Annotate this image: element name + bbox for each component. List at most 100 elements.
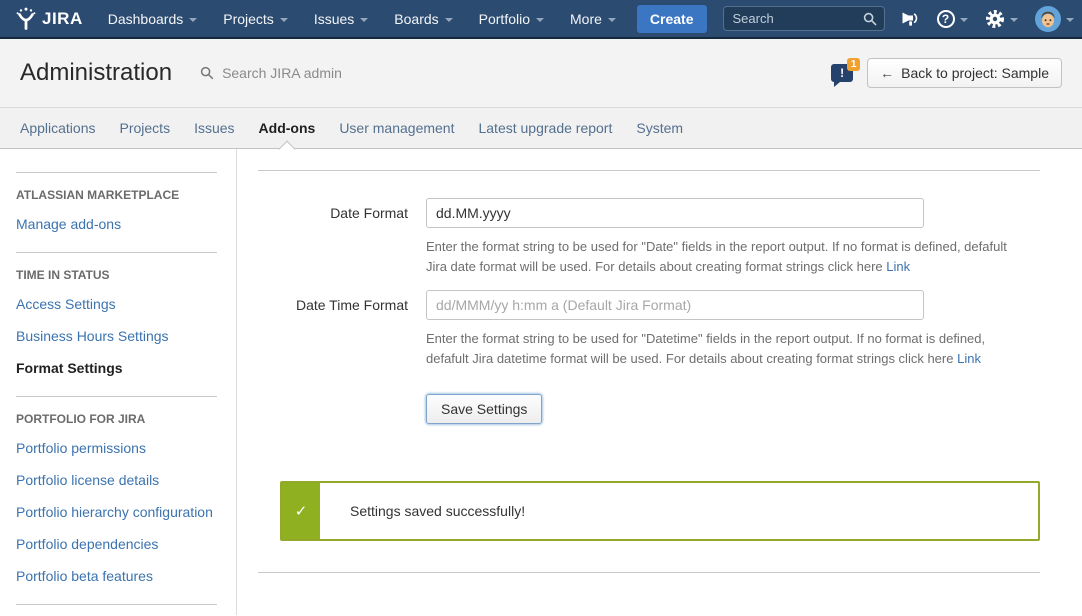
date-time-format-help-link[interactable]: Link [957,351,981,366]
admin-search[interactable] [200,64,390,82]
sidebar-item-portfolio-permissions[interactable]: Portfolio permissions [16,432,217,464]
gear-icon [985,9,1005,29]
tab-issues[interactable]: Issues [182,108,246,148]
sidebar: ATLASSIAN MARKETPLACE Manage add-ons TIM… [0,149,237,615]
sidebar-item-portfolio-beta-features[interactable]: Portfolio beta features [16,560,217,592]
date-format-description-text: Enter the format string to be used for "… [426,239,1007,274]
date-format-description: Enter the format string to be used for "… [426,237,1021,277]
date-time-format-label: Date Time Format [258,290,408,382]
jira-logo-icon [14,7,38,31]
admin-header: Administration ! 1 ← Back to project: Sa… [0,39,1082,108]
date-format-label: Date Format [258,198,408,290]
nav-issues[interactable]: Issues [301,0,381,37]
nav-portfolio[interactable]: Portfolio [466,0,557,37]
back-button-label: Back to project: Sample [901,65,1049,81]
nav-boards[interactable]: Boards [381,0,465,37]
user-menu[interactable] [1035,6,1074,32]
tab-projects[interactable]: Projects [108,108,183,148]
chevron-down-icon [1066,18,1074,22]
content-divider-top [258,170,1040,171]
format-settings-form: Date Format Enter the format string to b… [258,198,1040,424]
settings-menu[interactable] [985,9,1018,29]
nav-boards-label: Boards [394,11,438,27]
date-format-row: Date Format Enter the format string to b… [258,198,1040,290]
nav-portfolio-label: Portfolio [479,11,530,27]
nav-issues-label: Issues [314,11,354,27]
chevron-down-icon [445,18,453,22]
tab-user-management[interactable]: User management [327,108,466,148]
chevron-down-icon [1010,18,1018,22]
notification-badge: 1 [847,58,860,71]
date-time-format-row: Date Time Format Enter the format string… [258,290,1040,382]
tab-applications[interactable]: Applications [8,108,108,148]
date-format-help-link[interactable]: Link [886,259,910,274]
tab-latest-upgrade-report[interactable]: Latest upgrade report [466,108,624,148]
sidebar-heading: PORTFOLIO FOR JIRA [16,412,217,426]
help-icon: ? [937,10,955,28]
chevron-down-icon [536,18,544,22]
feedback-button[interactable]: ! 1 [831,64,853,82]
nav-projects[interactable]: Projects [210,0,301,37]
date-time-format-field-col: Enter the format string to be used for "… [426,290,1026,382]
jira-logo[interactable]: JIRA [14,7,83,31]
success-message-text: Settings saved successfully! [320,483,525,539]
sidebar-item-portfolio-hierarchy-configuration[interactable]: Portfolio hierarchy configuration [16,496,217,528]
admin-search-input[interactable] [220,64,390,82]
success-icon-bar: ✓ [282,483,320,539]
page-title: Administration [20,59,172,87]
date-time-format-input[interactable] [426,290,924,320]
chevron-down-icon [280,18,288,22]
save-settings-button[interactable]: Save Settings [426,394,542,424]
sidebar-heading: TIME IN STATUS [16,268,217,282]
sidebar-item-portfolio-dependencies[interactable]: Portfolio dependencies [16,528,217,560]
sidebar-item-format-settings[interactable]: Format Settings [16,352,217,384]
date-time-format-description-text: Enter the format string to be used for "… [426,331,985,366]
main-area: ATLASSIAN MARKETPLACE Manage add-ons TIM… [0,149,1082,615]
help-menu[interactable]: ? [937,10,968,28]
megaphone-icon [899,9,920,28]
date-format-field-col: Enter the format string to be used for "… [426,198,1026,290]
sidebar-group-tempo-teams: TEMPO TEAMS [16,604,217,615]
navbar-icons: ? [899,6,1074,32]
check-icon: ✓ [295,502,308,520]
nav-dashboards[interactable]: Dashboards [95,0,211,37]
sidebar-item-business-hours-settings[interactable]: Business Hours Settings [16,320,217,352]
nav-projects-label: Projects [223,11,274,27]
success-message: ✓ Settings saved successfully! [280,481,1040,541]
sidebar-group-time-in-status: TIME IN STATUS Access Settings Business … [16,252,217,396]
chevron-down-icon [608,18,616,22]
sidebar-group-atlassian-marketplace: ATLASSIAN MARKETPLACE Manage add-ons [16,172,217,252]
save-row-spacer [258,382,408,424]
date-format-input[interactable] [426,198,924,228]
tab-add-ons-label: Add-ons [259,120,316,136]
tab-add-ons[interactable]: Add-ons [247,108,328,148]
chevron-down-icon [360,18,368,22]
date-time-format-description: Enter the format string to be used for "… [426,329,1021,369]
sidebar-item-manage-add-ons[interactable]: Manage add-ons [16,208,217,240]
nav-more[interactable]: More [557,0,629,37]
save-row: Save Settings [258,382,1040,424]
chevron-down-icon [960,18,968,22]
sidebar-heading: ATLASSIAN MARKETPLACE [16,188,217,202]
sidebar-item-access-settings[interactable]: Access Settings [16,288,217,320]
navbar-search-input[interactable] [731,10,863,27]
search-icon [200,66,214,80]
tab-system[interactable]: System [624,108,695,148]
save-field-col: Save Settings [426,382,1026,424]
user-avatar [1035,6,1061,32]
create-button[interactable]: Create [637,5,707,33]
nav-more-label: More [570,11,602,27]
admin-tabbar: Applications Projects Issues Add-ons Use… [0,108,1082,149]
navbar-search[interactable] [723,6,885,31]
admin-header-right: ! 1 ← Back to project: Sample [831,58,1062,88]
sidebar-group-portfolio-for-jira: PORTFOLIO FOR JIRA Portfolio permissions… [16,396,217,604]
sidebar-item-portfolio-license-details[interactable]: Portfolio license details [16,464,217,496]
nav-dashboards-label: Dashboards [108,11,184,27]
top-navbar: JIRA Dashboards Projects Issues Boards P… [0,0,1082,39]
content-divider-bottom [258,572,1040,573]
back-to-project-button[interactable]: ← Back to project: Sample [867,58,1062,88]
feedback-exclamation: ! [840,66,844,80]
chevron-down-icon [189,18,197,22]
announcement-button[interactable] [899,9,920,28]
back-arrow-icon: ← [880,65,894,81]
